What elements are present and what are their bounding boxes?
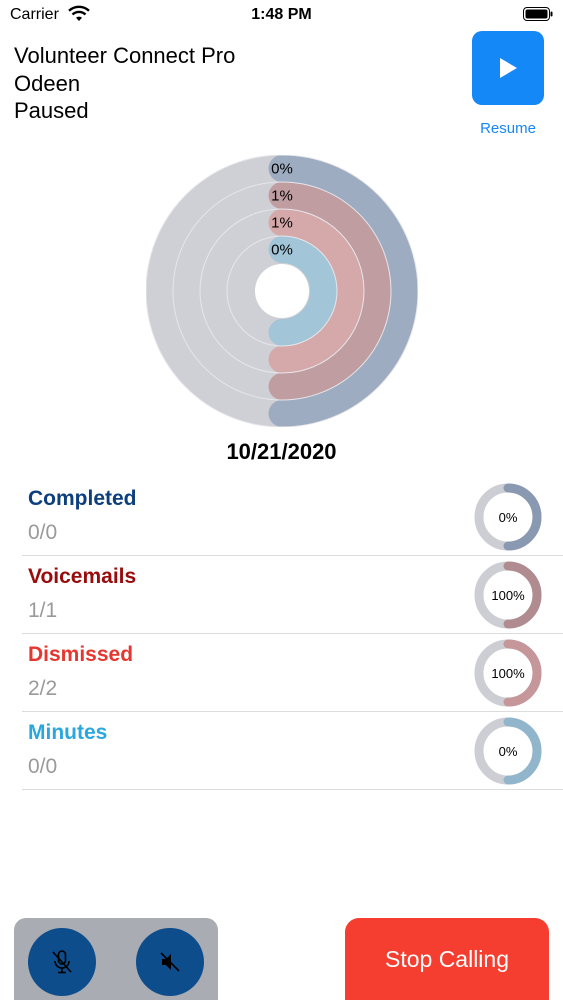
mini-progress-ring: 0% <box>474 483 542 551</box>
resume-label[interactable]: Resume <box>472 120 544 137</box>
battery-icon <box>523 7 553 21</box>
campaign-header: Volunteer Connect Pro Odeen Paused <box>14 42 235 125</box>
mini-progress-ring: 100% <box>474 561 542 629</box>
stat-row-voicemails: Voicemails 1/1 100% <box>22 556 563 634</box>
stat-title: Minutes <box>28 721 108 744</box>
mute-microphone-button[interactable] <box>28 928 96 996</box>
radial-progress-chart: 0% 1% 1% 0% <box>146 155 418 427</box>
stat-value: 0/0 <box>28 521 58 544</box>
stat-row-completed: Completed 0/0 0% <box>22 478 563 556</box>
audio-controls <box>14 918 218 1000</box>
app-title: Volunteer Connect Pro <box>14 43 236 68</box>
mini-ring-percent: 0% <box>499 510 518 525</box>
resume-button[interactable] <box>472 31 544 105</box>
status-bar: Carrier 1:48 PM <box>0 0 563 30</box>
session-state: Paused <box>14 98 89 123</box>
mini-progress-ring: 100% <box>474 639 542 707</box>
mute-speaker-button[interactable] <box>136 928 204 996</box>
chart-date: 10/21/2020 <box>226 439 337 464</box>
chart-center-hole <box>255 264 309 318</box>
play-icon <box>500 58 517 78</box>
stat-value: 2/2 <box>28 677 58 700</box>
stop-calling-button[interactable]: Stop Calling <box>345 918 549 1000</box>
stat-title: Voicemails <box>28 565 137 588</box>
mini-ring-percent: 100% <box>491 588 525 603</box>
stat-title: Completed <box>28 487 137 510</box>
stat-row-dismissed: Dismissed 2/2 100% <box>22 634 563 712</box>
ring-label-dismissed: 1% <box>271 215 293 232</box>
stats-list: Completed 0/0 0% Voicemails 1/1 100% Dis… <box>22 478 563 790</box>
stat-title: Dismissed <box>28 643 134 666</box>
ring-label-voicemails: 1% <box>271 188 293 205</box>
mini-ring-percent: 0% <box>499 744 518 759</box>
ring-label-minutes: 0% <box>271 242 293 259</box>
user-name: Odeen <box>14 70 81 96</box>
stat-row-minutes: Minutes 0/0 0% <box>22 712 563 790</box>
speaker-muted-icon <box>160 952 180 972</box>
ring-label-completed: 0% <box>271 161 293 178</box>
stat-value: 0/0 <box>28 755 58 778</box>
status-time: 1:48 PM <box>251 6 312 23</box>
mic-muted-icon <box>52 950 72 974</box>
mini-progress-ring: 0% <box>474 717 542 785</box>
mini-ring-percent: 100% <box>491 666 525 681</box>
stat-value: 1/1 <box>28 599 58 622</box>
